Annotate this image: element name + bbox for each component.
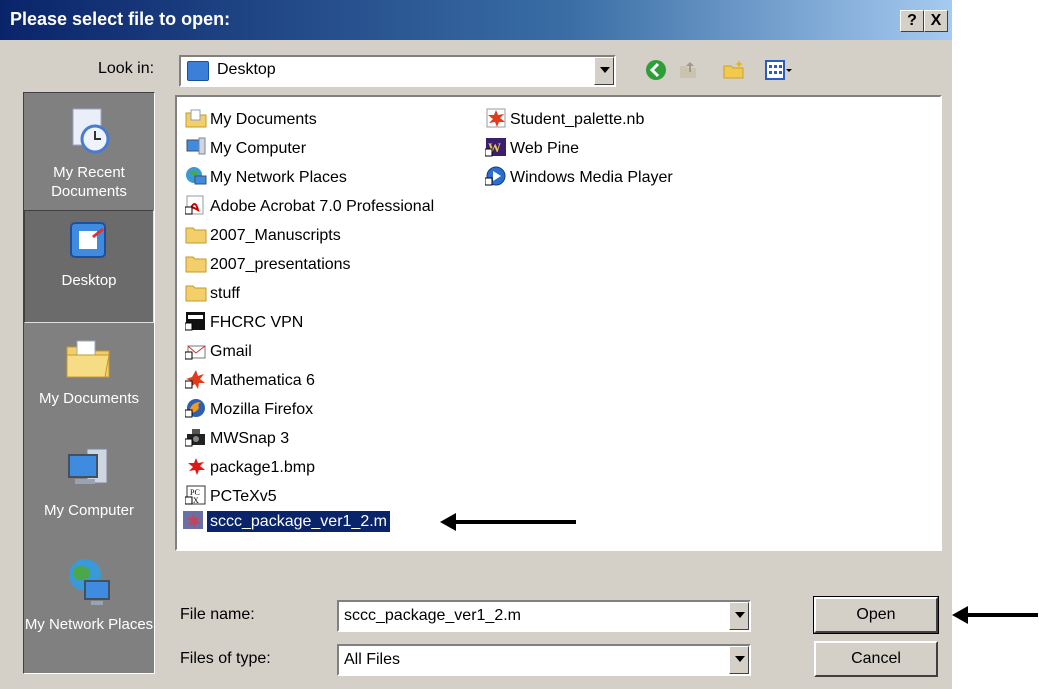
vpn-shortcut-icon [185, 311, 205, 331]
list-item[interactable]: package1.bmp [185, 456, 315, 480]
my-computer-icon [68, 448, 108, 484]
list-item[interactable]: My Documents [185, 108, 317, 132]
firefox-shortcut-icon [185, 398, 205, 418]
mwsnap-shortcut-icon [185, 428, 205, 447]
folder-icon [185, 285, 207, 302]
folder-icon [185, 256, 207, 273]
list-item-selected[interactable]: sccc_package_ver1_2.m [182, 510, 391, 534]
network-icon [186, 166, 207, 185]
desktop-small-icon [187, 61, 209, 81]
list-item[interactable]: My Computer [185, 137, 306, 161]
look-in-value: Desktop [217, 61, 276, 78]
file-type-label: Files of type: [180, 650, 271, 667]
look-in-combo[interactable]: Desktop [179, 55, 616, 87]
gmail-shortcut-icon [185, 345, 206, 360]
file-type-select[interactable]: All Files [337, 644, 751, 676]
dialog-title: Please select file to open: [10, 9, 231, 29]
folder-docs-icon [185, 109, 207, 128]
desktop-icon [70, 222, 106, 258]
list-item[interactable]: Windows Media Player [485, 166, 673, 190]
up-folder-icon[interactable] [676, 58, 700, 82]
folder-icon [185, 227, 207, 244]
place-label: Desktop [61, 272, 117, 289]
notebook-file-icon [486, 108, 506, 128]
list-item[interactable]: Adobe Acrobat 7.0 Professional [185, 195, 434, 219]
file-type-dropdown-arrow[interactable] [729, 646, 749, 674]
list-item[interactable]: MWSnap 3 [185, 427, 289, 451]
my-documents-icon [66, 340, 110, 378]
annotation-arrow-file [440, 513, 576, 531]
list-item[interactable]: stuff [185, 282, 240, 306]
place-my-documents[interactable]: My Documents [24, 331, 154, 431]
view-menu-icon[interactable] [764, 58, 794, 82]
place-label: My Documents [38, 390, 140, 407]
network-places-icon [69, 559, 110, 605]
file-name-input[interactable]: sccc_package_ver1_2.m [337, 600, 751, 632]
recent-documents-icon [72, 108, 110, 154]
list-item[interactable]: W Web Pine [485, 137, 579, 161]
annotation-arrow-open [952, 606, 1038, 624]
place-my-computer[interactable]: My Computer [24, 443, 154, 543]
open-file-dialog: Please select file to open: ? X Look in:… [0, 0, 952, 689]
file-name-dropdown-arrow[interactable] [729, 602, 749, 630]
list-item[interactable]: PC X PCTeXv5 [185, 485, 277, 509]
list-item[interactable]: Mathematica 6 [185, 369, 315, 393]
acrobat-shortcut-icon [185, 195, 204, 215]
list-item[interactable]: My Network Places [185, 166, 347, 190]
file-name-value: sccc_package_ver1_2.m [344, 607, 521, 624]
pctex-shortcut-icon: PCX [185, 485, 206, 505]
place-my-network-places[interactable]: My Network Places [24, 555, 154, 665]
place-my-recent-documents[interactable]: My Recent Documents [24, 105, 154, 210]
places-bar: My Recent Documents Desktop My Documents [23, 92, 155, 674]
place-label: My Network Places [24, 616, 154, 633]
media-player-shortcut-icon [485, 166, 506, 186]
list-item[interactable]: 2007_Manuscripts [185, 224, 341, 248]
file-type-value: All Files [344, 651, 401, 668]
list-item[interactable]: FHCRC VPN [185, 311, 303, 335]
mathematica-file-icon [183, 510, 203, 529]
look-in-label: Look in: [98, 60, 155, 77]
list-item[interactable]: Mozilla Firefox [185, 398, 313, 422]
svg-text:X: X [193, 496, 199, 505]
file-list[interactable]: My Documents My Computer My Network Plac… [175, 95, 942, 551]
computer-icon [186, 137, 206, 155]
look-in-dropdown-arrow[interactable] [594, 57, 614, 85]
cancel-button[interactable]: Cancel [814, 641, 938, 677]
list-item[interactable]: Gmail [185, 340, 252, 364]
title-bar: Please select file to open: ? X [0, 0, 952, 40]
place-desktop[interactable]: Desktop [24, 210, 154, 323]
back-icon[interactable] [644, 58, 668, 82]
list-item[interactable]: Student_palette.nb [485, 108, 644, 132]
open-button[interactable]: Open [813, 596, 939, 634]
new-folder-icon[interactable] [722, 58, 746, 82]
bmp-file-icon [188, 457, 205, 475]
place-label: My Recent Documents [51, 164, 127, 200]
place-label: My Computer [43, 502, 135, 519]
help-button[interactable]: ? [900, 10, 924, 32]
list-item[interactable]: 2007_presentations [185, 253, 351, 277]
file-name-label: File name: [180, 606, 255, 623]
close-button[interactable]: X [924, 10, 948, 32]
webpine-shortcut-icon: W [485, 137, 506, 157]
mathematica-shortcut-icon [185, 369, 205, 389]
